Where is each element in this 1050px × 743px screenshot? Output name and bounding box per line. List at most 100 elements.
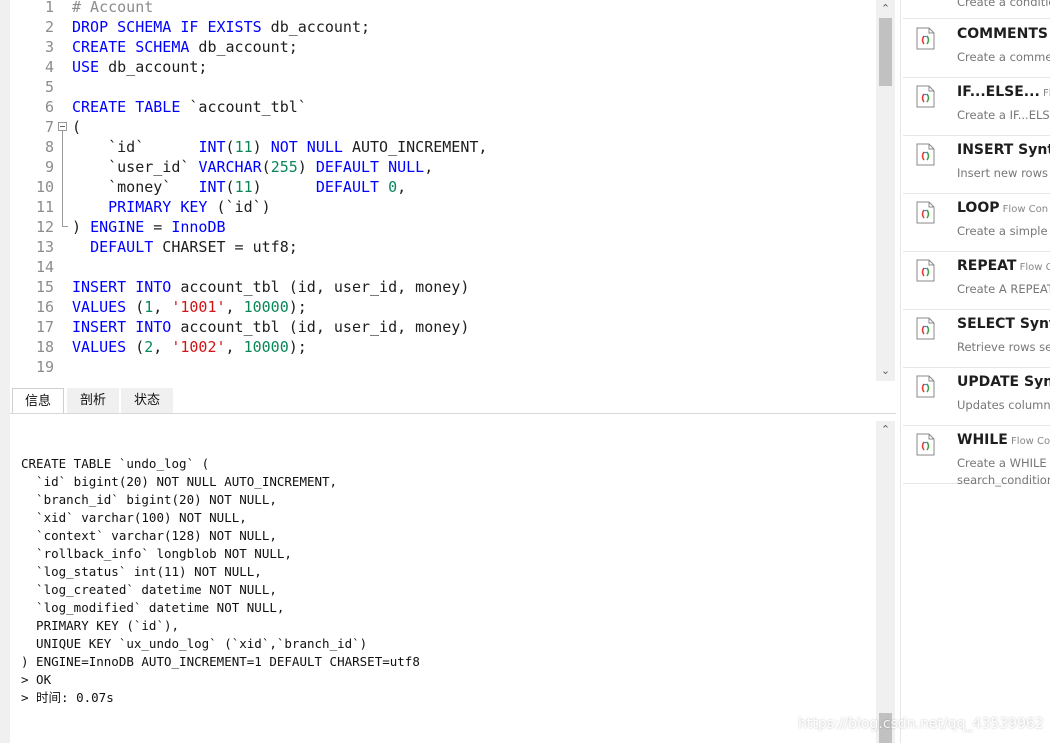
snippet-item[interactable]: INSERT Synt Insert new rows xyxy=(903,135,1050,194)
result-tabs: 信息 剖析 状态 xyxy=(10,386,896,414)
code-line[interactable]: 15 INSERT INTO account_tbl (id, user_id, … xyxy=(10,277,876,297)
code-token: , xyxy=(225,338,244,356)
line-number: 5 xyxy=(44,78,54,96)
line-number: 12 xyxy=(35,218,54,236)
code-line[interactable]: 3 CREATE SCHEMA db_account; xyxy=(10,37,876,57)
fold-toggle-icon[interactable] xyxy=(58,117,70,137)
code-token: ) xyxy=(297,158,316,176)
code-line[interactable]: 6 CREATE TABLE `account_tbl` xyxy=(10,97,876,117)
fold-guide xyxy=(58,177,70,197)
code-token: ) xyxy=(252,178,316,196)
tab-info[interactable]: 信息 xyxy=(12,388,64,413)
code-token: account_tbl (id, user_id, money) xyxy=(171,318,470,336)
code-line[interactable]: 9 `user_id` VARCHAR(255) DEFAULT NULL, xyxy=(10,157,876,177)
code-line[interactable]: 1 # Account xyxy=(10,0,876,17)
code-token: VALUES xyxy=(72,298,127,316)
code-line[interactable]: 2 DROP SCHEMA IF EXISTS db_account; xyxy=(10,17,876,37)
code-line[interactable]: 7( xyxy=(10,117,876,137)
code-line[interactable]: 8 `id` INT(11) NOT NULL AUTO_INCREMENT, xyxy=(10,137,876,157)
scroll-up-icon[interactable]: ⌃ xyxy=(876,421,895,438)
snippet-item[interactable]: REPEAT Flow C Create A REPEAT xyxy=(903,251,1050,310)
line-number: 3 xyxy=(44,38,54,56)
code-text: ( xyxy=(72,117,81,137)
snippet-title: COMMENTS xyxy=(957,26,1048,42)
line-number: 10 xyxy=(35,178,54,196)
snippet-name: IF...ELSE... xyxy=(957,84,1040,100)
line-number: 13 xyxy=(35,238,54,256)
line-number: 9 xyxy=(44,158,54,176)
snippet-name: UPDATE Synt xyxy=(957,374,1050,390)
watermark: https://blog.csdn.net/qq_43539962 xyxy=(798,716,1044,732)
code-text: `user_id` VARCHAR(255) DEFAULT NULL, xyxy=(72,157,433,177)
code-line[interactable]: 13 DEFAULT CHARSET = utf8; xyxy=(10,237,876,257)
code-line[interactable]: 10 `money` INT(11) DEFAULT 0, xyxy=(10,177,876,197)
code-token: CREATE SCHEMA xyxy=(72,38,190,56)
code-text: VALUES (2, '1002', 10000); xyxy=(72,337,307,357)
code-line[interactable]: 4 USE db_account; xyxy=(10,57,876,77)
output-line: `log_created` datetime NOT NULL, xyxy=(21,582,277,597)
code-line[interactable]: 14 xyxy=(10,257,876,277)
output-scrollbar[interactable]: ⌃ xyxy=(876,421,895,743)
left-edge xyxy=(0,0,10,743)
code-text: CREATE TABLE `account_tbl` xyxy=(72,97,307,117)
code-line[interactable]: 19 xyxy=(10,357,876,377)
code-token: ) xyxy=(72,218,91,236)
code-token: '1001' xyxy=(171,298,226,316)
code-line[interactable]: 12) ENGINE = InnoDB xyxy=(10,217,876,237)
code-snippet-icon xyxy=(916,85,935,108)
scroll-down-icon[interactable]: ⌄ xyxy=(876,362,895,379)
code-token: ( xyxy=(261,158,271,176)
snippet-desc: search_condition xyxy=(957,473,1050,487)
code-line[interactable]: 5 xyxy=(10,77,876,97)
scroll-up-icon[interactable]: ⌃ xyxy=(876,0,895,17)
line-number: 11 xyxy=(35,198,54,216)
editor-scrollbar[interactable]: ⌃ ⌄ xyxy=(876,0,895,381)
snippet-item[interactable]: SELECT Synta Retrieve rows se xyxy=(903,309,1050,368)
code-snippet-icon xyxy=(916,259,935,282)
snippet-title: REPEAT Flow C xyxy=(957,258,1050,274)
code-token: PRIMARY KEY xyxy=(108,198,208,216)
code-token: , xyxy=(153,298,172,316)
code-token: ( xyxy=(225,178,235,196)
code-text: VALUES (1, '1001', 10000); xyxy=(72,297,307,317)
code-token: ( xyxy=(72,118,82,136)
fold-end-marker xyxy=(58,217,70,237)
message-output: CREATE TABLE `undo_log` ( `id` bigint(20… xyxy=(10,414,876,743)
tab-status[interactable]: 状态 xyxy=(121,388,173,413)
output-line: CREATE TABLE `undo_log` ( xyxy=(21,456,210,471)
code-token: DEFAULT xyxy=(315,178,380,196)
code-token: INT xyxy=(198,138,226,156)
snippet-desc: Create a simple xyxy=(957,224,1048,238)
snippet-title: LOOP Flow Con xyxy=(957,200,1048,216)
code-line[interactable]: 16 VALUES (1, '1001', 10000); xyxy=(10,297,876,317)
snippet-item[interactable]: LOOP Flow Con Create a simple xyxy=(903,193,1050,252)
line-number: 6 xyxy=(44,98,54,116)
snippet-item[interactable]: UPDATE Synt Updates column xyxy=(903,367,1050,426)
code-text: CREATE SCHEMA db_account; xyxy=(72,37,298,57)
code-token: ( xyxy=(225,138,235,156)
snippet-desc: Create a conditio xyxy=(957,0,1050,9)
code-token: 10000 xyxy=(243,338,289,356)
sql-editor[interactable]: 1 # Account 2 DROP SCHEMA IF EXISTS db_acco… xyxy=(10,0,876,381)
snippet-item[interactable]: COMMENTS Create a comme xyxy=(903,19,1050,78)
fold-line xyxy=(62,137,63,157)
code-token: CREATE TABLE xyxy=(72,98,181,116)
snippet-item[interactable]: WHILE Flow Co Create a WHILE search_condit… xyxy=(903,425,1050,487)
code-line[interactable]: 17 INSERT INTO account_tbl (id, user_id, … xyxy=(10,317,876,337)
code-line[interactable]: 11 PRIMARY KEY (`id`) xyxy=(10,197,876,217)
snippet-desc: Insert new rows xyxy=(957,166,1048,180)
line-number: 15 xyxy=(35,278,54,296)
code-token: NOT NULL xyxy=(270,138,343,156)
code-token: `user_id` xyxy=(72,158,199,176)
snippet-item[interactable]: IF...ELSE... Flow Create a IF...ELSE xyxy=(903,77,1050,136)
output-line: > 时间: 0.07s xyxy=(21,690,114,705)
collapse-icon[interactable] xyxy=(58,122,67,131)
tab-profile[interactable]: 剖析 xyxy=(67,388,119,413)
output-line: `context` varchar(128) NOT NULL, xyxy=(21,528,277,543)
code-line[interactable]: 18 VALUES (2, '1002', 10000); xyxy=(10,337,876,357)
line-number: 16 xyxy=(35,298,54,316)
editor-scroll-thumb[interactable] xyxy=(879,18,892,86)
fold-line xyxy=(62,217,68,227)
line-number: 2 xyxy=(44,18,54,36)
line-number: 8 xyxy=(44,138,54,156)
